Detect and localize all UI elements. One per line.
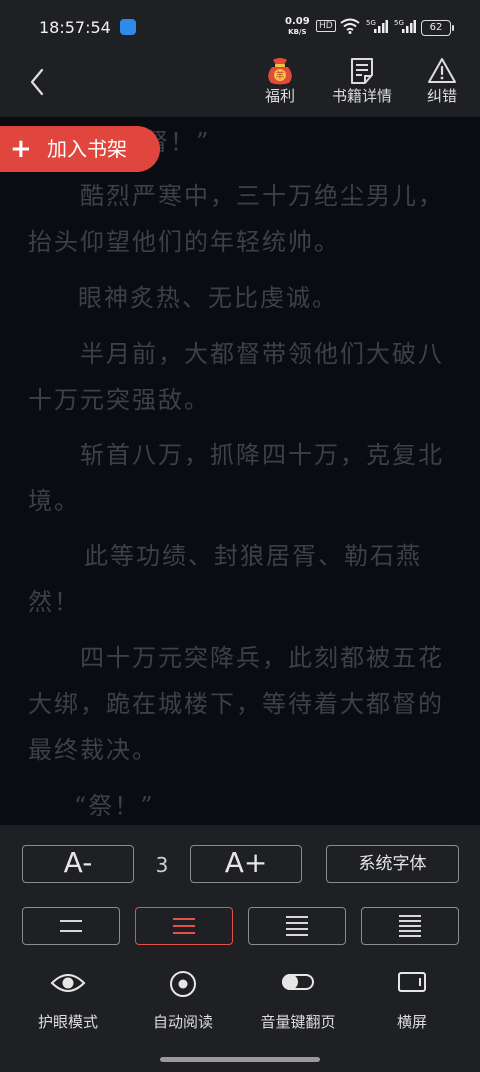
status-bar: 18:57:54 0.09 KB/S HD 5G 5G 62	[0, 0, 480, 54]
paragraph: “祭！”	[74, 792, 155, 820]
app-notification-icon	[120, 19, 136, 35]
auto-read-button[interactable]: 自动阅读	[133, 965, 233, 1035]
plus-icon: +	[10, 134, 32, 164]
toggle-icon	[282, 974, 314, 990]
signal1-label: 5G	[366, 19, 376, 27]
hd-icon: HD	[316, 20, 336, 32]
signal-icon-2: 5G	[394, 19, 416, 33]
paragraph: 四十万元突降兵，此刻都被五花大绑，跪在城楼下，等待着大都督的最终裁决。	[28, 644, 444, 764]
add-to-shelf-label: 加入书架	[47, 137, 127, 161]
paragraph: 斩首八万，抓降四十万，克复北境。	[28, 441, 444, 515]
battery-icon: 62	[421, 20, 454, 36]
status-time: 18:57:54	[39, 18, 111, 37]
eye-protection-mode-button[interactable]: 护眼模式	[18, 965, 118, 1035]
lucky-bag-icon: 羊	[268, 58, 292, 85]
line-spacing-icon	[399, 915, 421, 937]
signal-icon: 5G	[366, 19, 388, 33]
welfare-button[interactable]: 羊 福利	[250, 54, 310, 114]
system-font-button[interactable]: 系统字体	[326, 845, 459, 883]
font-size-value: 3	[155, 853, 169, 877]
line-spacing-narrow-button[interactable]	[248, 907, 346, 945]
document-icon	[351, 58, 373, 84]
home-indicator[interactable]	[160, 1057, 320, 1062]
top-bar: 18:57:54 0.09 KB/S HD 5G 5G 62 羊 福利 书籍详情…	[0, 0, 480, 117]
volume-key-label: 音量键翻页	[260, 1013, 336, 1031]
line-spacing-wide-button[interactable]	[22, 907, 120, 945]
book-details-button[interactable]: 书籍详情	[326, 54, 398, 114]
line-spacing-compact-button[interactable]	[361, 907, 459, 945]
error-report-label: 纠错	[426, 87, 457, 105]
wifi-icon	[340, 18, 360, 34]
add-to-shelf-button[interactable]: + 加入书架	[0, 126, 160, 172]
font-decrease-button[interactable]: A-	[22, 845, 134, 883]
warning-icon	[428, 58, 456, 83]
paragraph: 眼神炙热、无比虔诚。	[78, 284, 338, 312]
play-circle-icon	[170, 971, 196, 997]
network-speed-unit: KB/S	[288, 28, 307, 36]
book-details-label: 书籍详情	[331, 87, 392, 105]
reading-area[interactable]: 大都督！” 酷烈严寒中，三十万绝尘男儿，抬头仰望他们的年轻统帅。 眼神炙热、无比…	[0, 117, 480, 825]
back-icon[interactable]	[24, 64, 52, 100]
line-spacing-icon	[173, 918, 195, 934]
line-spacing-icon	[60, 920, 82, 932]
paragraph: 酷烈严寒中，三十万绝尘男儿，抬头仰望他们的年轻统帅。	[28, 182, 444, 256]
landscape-label: 横屏	[396, 1013, 427, 1031]
network-speed-value: 0.09	[285, 16, 310, 27]
paragraph: 半月前，大都督带领他们大破八十万元突强敌。	[28, 340, 444, 414]
network-speed: 0.09 KB/S	[285, 17, 310, 37]
landscape-icon	[398, 972, 426, 992]
signal2-label: 5G	[394, 19, 404, 27]
line-spacing-icon	[286, 916, 308, 936]
font-increase-button[interactable]: A+	[190, 845, 302, 883]
eye-icon	[50, 974, 86, 992]
eye-protection-label: 护眼模式	[37, 1013, 98, 1031]
welfare-label: 福利	[264, 87, 295, 105]
auto-read-label: 自动阅读	[152, 1013, 213, 1031]
line-spacing-medium-button[interactable]	[135, 907, 233, 945]
landscape-mode-button[interactable]: 横屏	[362, 965, 462, 1035]
volume-key-page-turn-button[interactable]: 音量键翻页	[248, 965, 348, 1035]
reading-settings-panel: A- 3 A+ 系统字体 护眼模式 自动阅读 音量键翻页 横屏	[0, 825, 480, 1072]
paragraph: 此等功绩、封狼居胥、勒石燕然！	[28, 542, 422, 616]
error-report-button[interactable]: 纠错	[414, 54, 470, 114]
lucky-bag-char: 羊	[275, 70, 284, 82]
